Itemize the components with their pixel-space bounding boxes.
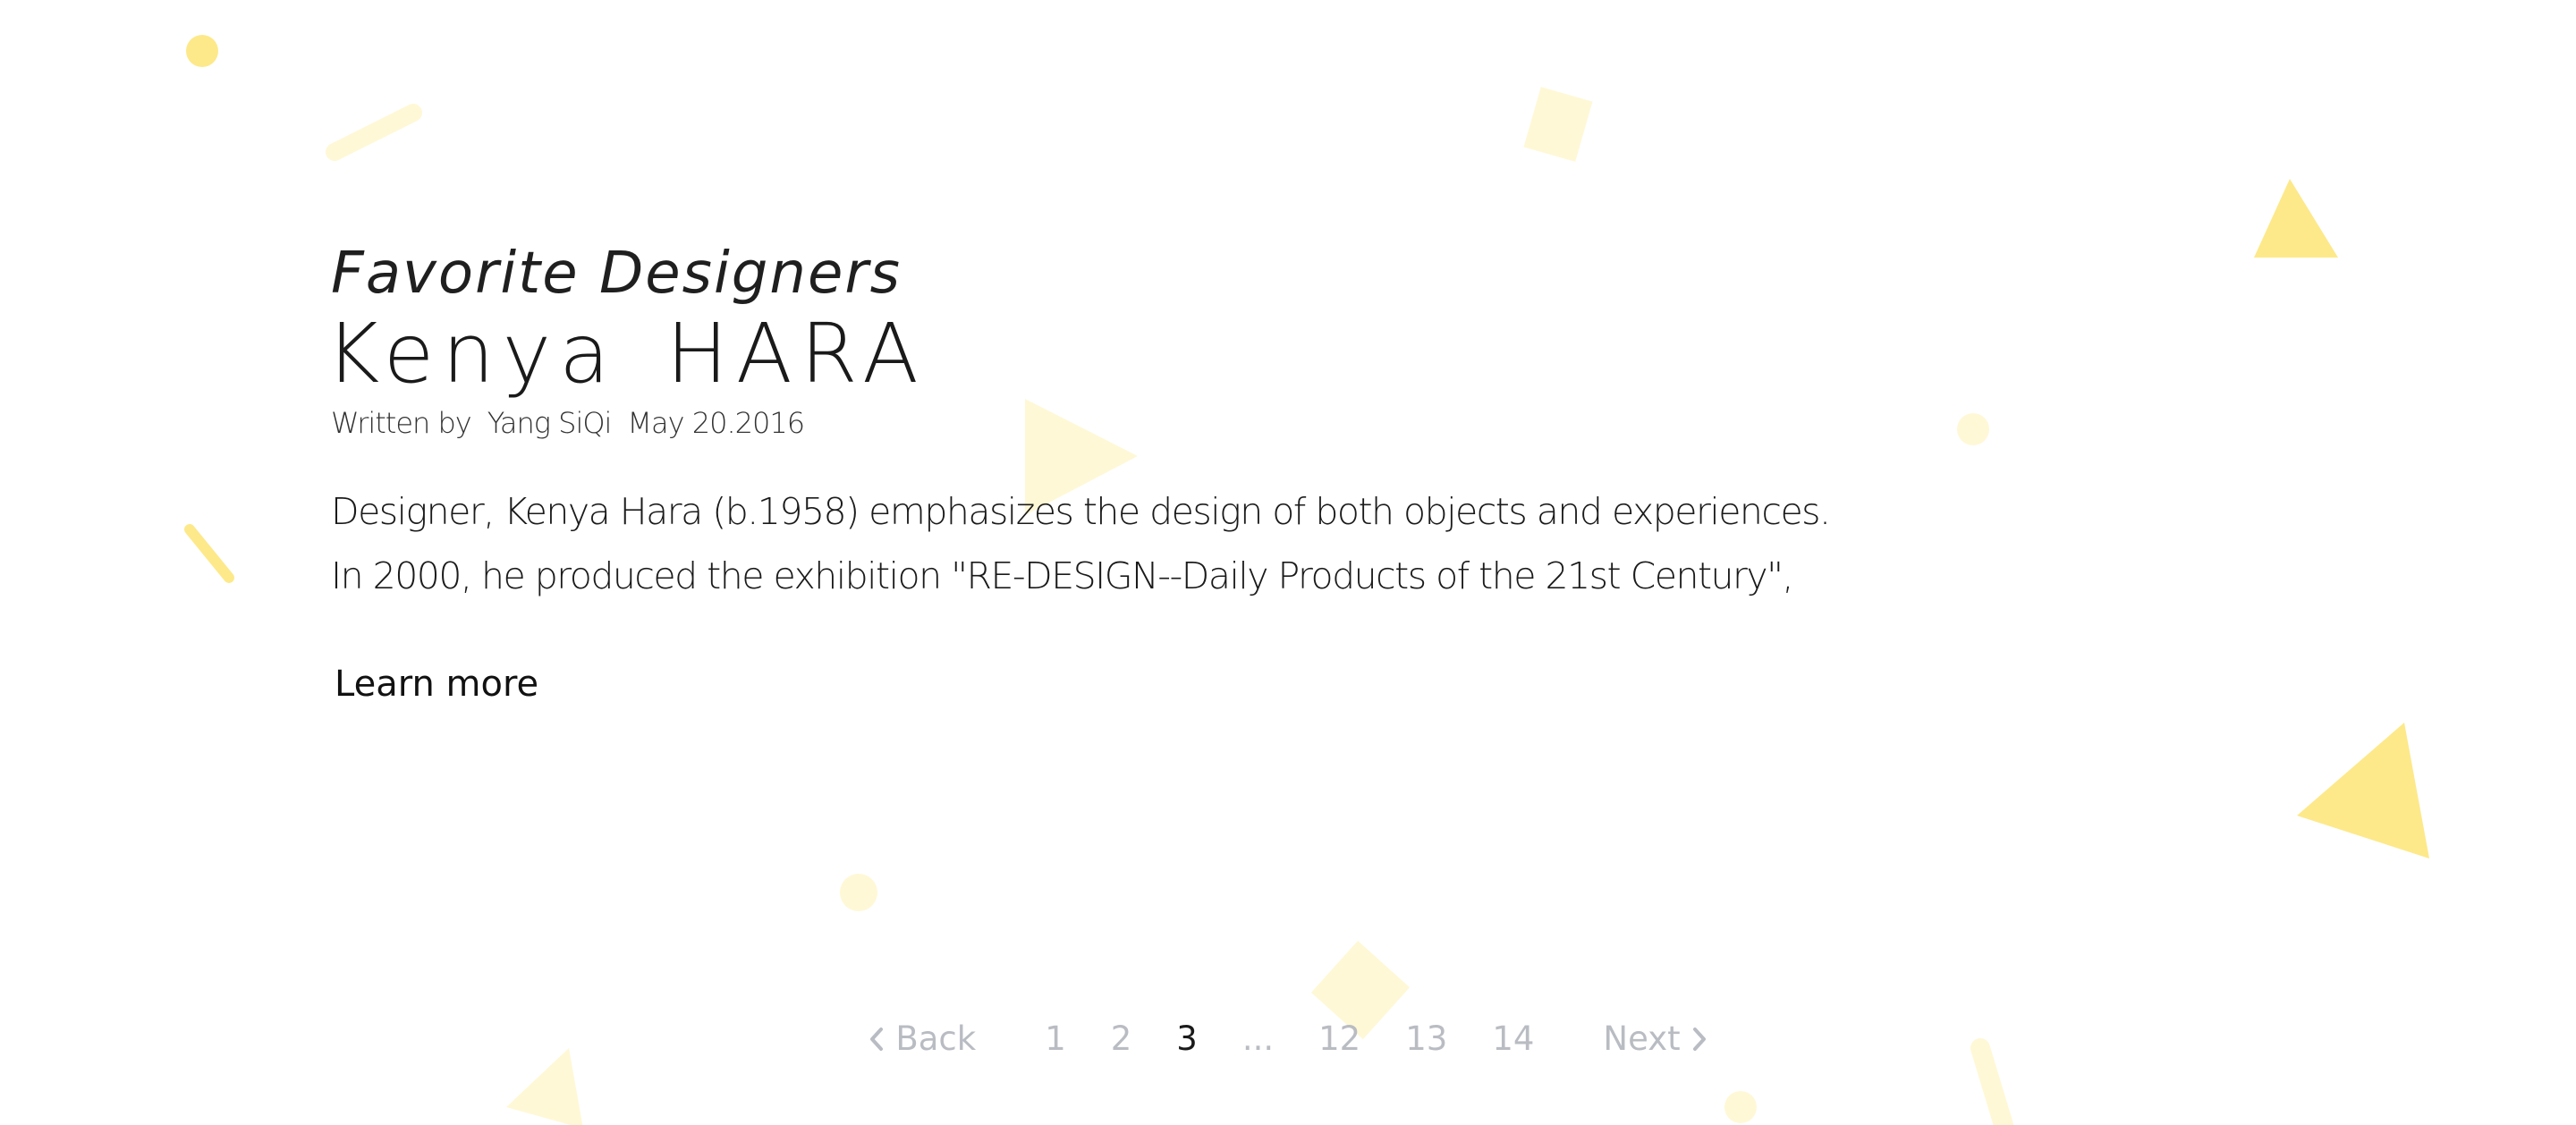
decor-circle [1957, 413, 1989, 445]
decor-triangle [506, 1048, 583, 1125]
excerpt-line: Designer, Kenya Hara (b.1958) emphasizes… [331, 490, 1831, 534]
publish-date: May 20.2016 [627, 406, 805, 441]
chevron-right-icon [1691, 1026, 1707, 1053]
decor-circle [840, 874, 877, 911]
article-category: Favorite Designers [331, 241, 902, 307]
next-label: Next [1603, 1019, 1681, 1058]
decor-bar [184, 524, 234, 583]
chevron-left-icon [869, 1026, 885, 1053]
decor-triangle [2254, 179, 2338, 258]
decor-circle [186, 35, 218, 67]
author-name: Yang SiQi [487, 406, 613, 441]
article-title: Kenya HARA [326, 305, 927, 402]
page-link-2[interactable]: 2 [1111, 1019, 1132, 1058]
pagination-next-button[interactable]: Next [1603, 1019, 1707, 1058]
decor-bar [326, 104, 422, 161]
excerpt-line: In 2000, he produced the exhibition "RE-… [331, 554, 1794, 598]
decor-circle [1724, 1091, 1757, 1123]
page-link-13[interactable]: 13 [1405, 1019, 1447, 1058]
article-byline: Written by Yang SiQi May 20.2016 [331, 406, 1852, 440]
article-preview: Favorite Designers Kenya HARA Written by… [326, 241, 1852, 705]
page-link-1[interactable]: 1 [1045, 1019, 1066, 1058]
page-link-3-current[interactable]: 3 [1176, 1019, 1198, 1058]
learn-more-link[interactable]: Learn more [335, 664, 538, 705]
byline-prefix: Written by [331, 406, 472, 441]
decor-square [1523, 87, 1593, 162]
decor-bar [1970, 1038, 2013, 1125]
page-link-12[interactable]: 12 [1318, 1019, 1360, 1058]
decor-triangle [2297, 723, 2429, 859]
pagination-ellipsis: ... [1241, 1019, 1275, 1058]
article-excerpt: Designer, Kenya Hara (b.1958) emphasizes… [331, 479, 1852, 608]
page-link-14[interactable]: 14 [1492, 1019, 1534, 1058]
pagination: Back 1 2 3 ... 12 13 14 Next [0, 1019, 2576, 1058]
pagination-back-button[interactable]: Back [869, 1019, 976, 1058]
back-label: Back [895, 1019, 977, 1058]
